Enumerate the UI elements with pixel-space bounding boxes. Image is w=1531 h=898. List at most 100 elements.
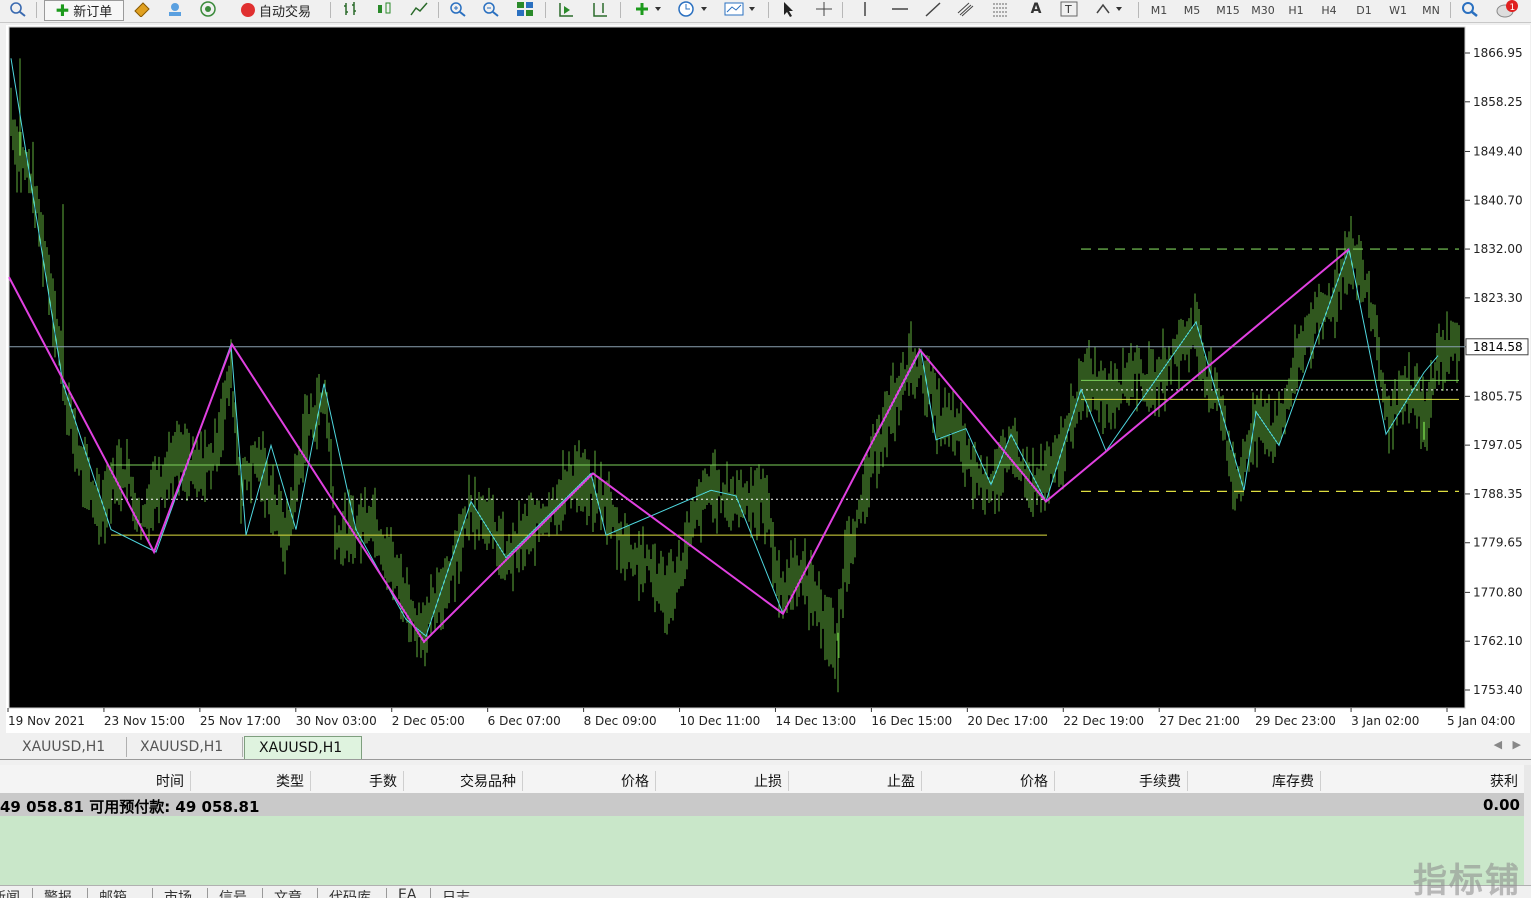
col-commission[interactable]: 手续费	[1055, 771, 1188, 791]
periods-dropdown[interactable]	[676, 0, 710, 18]
tab-code-base[interactable]: 代码库	[329, 887, 371, 898]
price-tick-label: 1823.30	[1473, 291, 1523, 305]
equidistant-channel-icon[interactable]	[956, 0, 976, 18]
new-order-label: 新订单	[73, 5, 113, 20]
col-time[interactable]: 时间	[0, 771, 191, 791]
text-icon[interactable]: A	[1026, 0, 1046, 18]
auto-scroll-icon[interactable]	[556, 0, 576, 18]
templates-dropdown[interactable]	[723, 0, 759, 18]
auto-trading-button[interactable]: 自动交易	[230, 0, 322, 20]
terminal-scrollbar[interactable]	[1524, 765, 1531, 885]
price-tick-label: 1866.95	[1473, 46, 1523, 60]
alert-count: 1	[1510, 3, 1516, 13]
time-tick-label: 2 Dec 05:00	[392, 714, 465, 728]
price-tick-label: 1832.00	[1473, 242, 1523, 256]
timeframe-m30[interactable]: M30	[1247, 1, 1279, 19]
horizontal-line-icon[interactable]	[890, 0, 910, 18]
timeframe-mn[interactable]: MN	[1416, 1, 1446, 19]
timeframe-h4[interactable]: H4	[1315, 1, 1343, 19]
vertical-line-icon[interactable]	[855, 0, 875, 18]
tab-scroll-arrows[interactable]: ◀ ▶	[1494, 738, 1521, 751]
chart-tab-1[interactable]: XAUUSD,H1	[8, 737, 127, 757]
tab-signals[interactable]: 信号	[219, 887, 247, 898]
indicators-dropdown[interactable]	[632, 0, 664, 18]
zoom-window-icon[interactable]	[8, 0, 28, 18]
zoom-in-icon[interactable]	[448, 0, 468, 18]
balance-profit: 0.00	[1482, 796, 1520, 814]
auto-trading-label: 自动交易	[258, 4, 311, 20]
time-tick-label: 20 Dec 17:00	[967, 714, 1048, 728]
time-tick-label: 19 Nov 2021	[8, 714, 85, 728]
time-tick-label: 29 Dec 23:00	[1255, 714, 1336, 728]
time-tick-label: 5 Jan 04:00	[1447, 714, 1515, 728]
timeframe-m15[interactable]: M15	[1212, 1, 1244, 19]
chart-tab-3-active[interactable]: XAUUSD,H1	[244, 736, 362, 759]
zoom-out-icon[interactable]	[481, 0, 501, 18]
col-take-profit[interactable]: 止盈	[789, 771, 922, 791]
col-lots[interactable]: 手数	[311, 771, 404, 791]
chart-tabs: XAUUSD,H1 XAUUSD,H1 XAUUSD,H1 ◀ ▶	[0, 735, 1531, 760]
price-tick-label: 1858.25	[1473, 95, 1523, 109]
trendline-icon[interactable]	[923, 0, 943, 18]
chart-tab-2[interactable]: XAUUSD,H1	[126, 737, 243, 757]
line-chart-icon[interactable]	[409, 0, 429, 18]
chart-shift-icon[interactable]	[590, 0, 610, 18]
signals-icon[interactable]	[198, 0, 218, 18]
timeframe-d1[interactable]: D1	[1350, 1, 1378, 19]
mt4-window: ✚ 新订单 自动交易 A T 1 M1 M5 M15 M30 H1 H4 D1 …	[0, 0, 1531, 898]
terminal-panel: 时间 类型 手数 交易品种 价格 止损 止盈 价格 手续费 库存费 获利 49 …	[0, 765, 1531, 885]
terminal-tabs: 新闻 警报 邮箱 市场 信号 文章 代码库 EA 日志	[0, 885, 1531, 898]
col-current-price[interactable]: 价格	[922, 771, 1055, 791]
col-swap[interactable]: 库存费	[1188, 771, 1321, 791]
timeframe-w1[interactable]: W1	[1384, 1, 1412, 19]
price-tick-label: 1840.70	[1473, 193, 1523, 207]
tab-news[interactable]: 新闻	[0, 887, 20, 898]
time-tick-label: 27 Dec 21:00	[1159, 714, 1240, 728]
balance-text: 49 058.81 可用预付款: 49 058.81	[0, 798, 260, 816]
timeframe-m1[interactable]: M1	[1145, 1, 1173, 19]
time-tick-label: 8 Dec 09:00	[584, 714, 657, 728]
tile-windows-icon[interactable]	[515, 0, 535, 18]
notifications-icon[interactable]: 1	[1494, 0, 1522, 18]
time-tick-label: 14 Dec 13:00	[775, 714, 856, 728]
time-tick-label: 30 Nov 03:00	[296, 714, 377, 728]
text-label-icon[interactable]: T	[1059, 0, 1079, 18]
col-profit[interactable]: 获利	[1321, 771, 1524, 791]
price-tick-label: 1788.35	[1473, 487, 1523, 501]
auto-trading-icon	[240, 3, 255, 17]
balance-row: 49 058.81 可用预付款: 49 058.81 0.00	[0, 793, 1524, 816]
col-type[interactable]: 类型	[191, 771, 311, 791]
watermark-logo: 指标铺	[1413, 861, 1521, 898]
chart-window[interactable]: 1866.95 1858.25 1849.40 1840.70 1832.00 1823.…	[6, 25, 1530, 733]
navigator-icon[interactable]	[165, 0, 185, 18]
chart-header: XAUUSD,H1 1813.03 1815.05 1812.94 1814.5…	[26, 30, 311, 44]
price-tick-label: 1779.65	[1473, 536, 1523, 550]
cursor-icon[interactable]	[778, 0, 798, 18]
bar-chart-icon[interactable]	[341, 0, 361, 18]
tab-market[interactable]: 市场	[164, 887, 192, 898]
tab-journal[interactable]: 日志	[442, 887, 470, 898]
timeframe-h1[interactable]: H1	[1284, 1, 1308, 19]
price-tick-label: 1805.75	[1473, 389, 1523, 403]
crosshair-icon[interactable]	[814, 0, 834, 18]
current-price-label: 1814.58	[1473, 340, 1523, 354]
arrows-dropdown[interactable]	[1093, 0, 1127, 18]
col-price[interactable]: 价格	[523, 771, 656, 791]
tab-articles[interactable]: 文章	[274, 887, 302, 898]
metaeditor-icon[interactable]	[132, 0, 152, 18]
time-tick-label: 10 Dec 11:00	[680, 714, 761, 728]
price-tick-label: 1753.40	[1473, 683, 1523, 697]
svg-text:T: T	[1064, 3, 1072, 16]
tab-mailbox[interactable]: 邮箱	[99, 887, 127, 898]
candlestick-icon[interactable]	[374, 0, 394, 18]
tab-experts[interactable]: EA	[398, 887, 416, 898]
price-chart[interactable]: 1866.95 1858.25 1849.40 1840.70 1832.00 1823.…	[6, 25, 1530, 733]
timeframe-m5[interactable]: M5	[1178, 1, 1206, 19]
fibonacci-icon[interactable]	[990, 0, 1010, 18]
col-symbol[interactable]: 交易品种	[404, 771, 523, 791]
price-tick-label: 1770.80	[1473, 585, 1523, 599]
new-order-button[interactable]: ✚ 新订单	[44, 0, 124, 21]
tab-alerts[interactable]: 警报	[44, 887, 72, 898]
col-stop-loss[interactable]: 止损	[656, 771, 789, 791]
search-icon[interactable]	[1460, 0, 1480, 18]
